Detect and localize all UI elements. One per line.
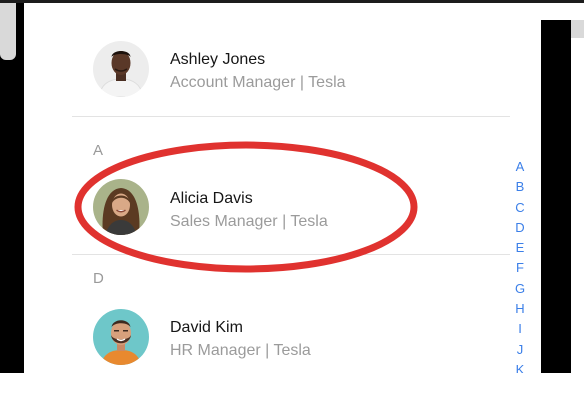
- index-letter-i[interactable]: I: [512, 319, 528, 339]
- index-letter-c[interactable]: C: [512, 198, 528, 218]
- contacts-screen: Ashley Jones Account Manager | Tesla A A…: [24, 3, 541, 373]
- alphabet-index-bar[interactable]: A B C D E F G H I J K: [512, 157, 528, 373]
- contact-row-alicia-davis[interactable]: Alicia Davis Sales Manager | Tesla: [24, 165, 541, 255]
- woman-portrait-icon: [93, 179, 149, 235]
- device-frame-left-edge: [0, 3, 16, 60]
- index-letter-k[interactable]: K: [512, 360, 528, 373]
- index-letter-f[interactable]: F: [512, 258, 528, 278]
- device-frame-right: [541, 20, 571, 373]
- contact-subtitle: HR Manager | Tesla: [170, 342, 311, 359]
- device-frame-right-edge: [571, 20, 584, 38]
- index-letter-a[interactable]: A: [512, 157, 528, 177]
- index-letter-h[interactable]: H: [512, 299, 528, 319]
- man-portrait-icon: [93, 41, 149, 97]
- section-divider: [72, 254, 510, 255]
- contact-subtitle: Sales Manager | Tesla: [170, 213, 328, 230]
- contact-row-david-kim[interactable]: David Kim HR Manager | Tesla: [24, 295, 541, 373]
- contact-name: Alicia Davis: [170, 190, 253, 207]
- contact-name: Ashley Jones: [170, 51, 266, 68]
- index-letter-d[interactable]: D: [512, 218, 528, 238]
- contact-row-ashley-jones[interactable]: Ashley Jones Account Manager | Tesla: [24, 27, 541, 117]
- section-header-d: D: [93, 270, 104, 287]
- index-letter-e[interactable]: E: [512, 238, 528, 258]
- index-letter-g[interactable]: G: [512, 279, 528, 299]
- contact-subtitle: Account Manager | Tesla: [170, 74, 346, 91]
- section-header-a: A: [93, 142, 104, 159]
- index-letter-j[interactable]: J: [512, 340, 528, 360]
- index-letter-b[interactable]: B: [512, 177, 528, 197]
- section-divider: [72, 116, 510, 117]
- bearded-man-portrait-icon: [93, 309, 149, 365]
- contact-name: David Kim: [170, 319, 243, 336]
